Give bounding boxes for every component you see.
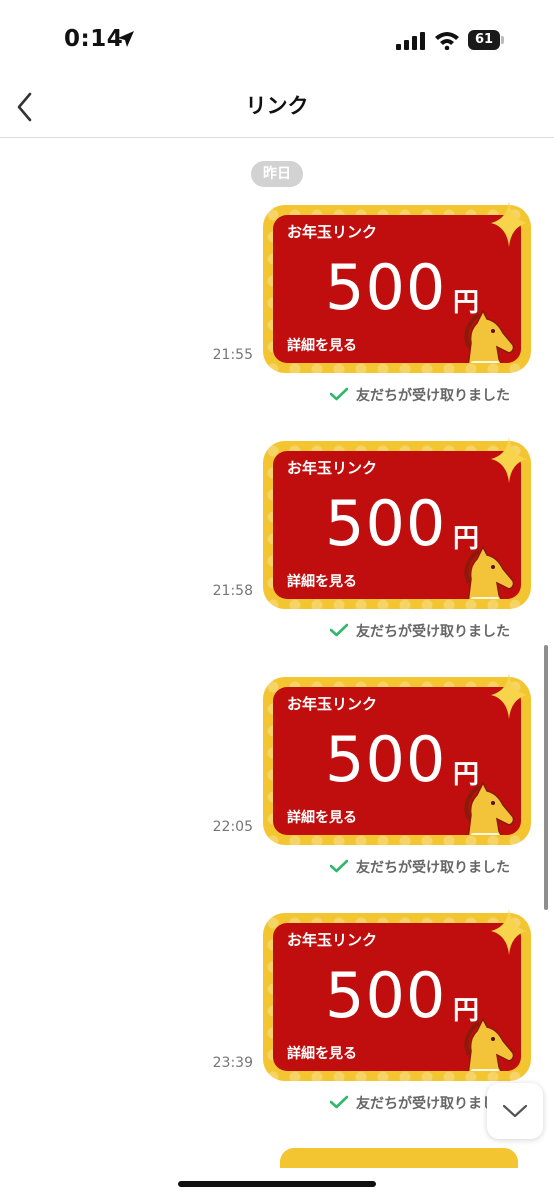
- otoshidama-card[interactable]: お年玉リンク 500 円 詳細を見る: [263, 673, 531, 845]
- horse-icon: [464, 545, 515, 599]
- read-status-text: 友だちが受け取りました: [356, 860, 510, 876]
- card-title: お年玉リンク: [287, 459, 378, 477]
- read-status: 友だちが受け取りました: [330, 857, 510, 877]
- check-icon: [330, 1095, 348, 1109]
- status-time: 0:14: [64, 26, 124, 52]
- date-separator: 昨日: [251, 161, 303, 187]
- scrollbar[interactable]: [544, 645, 548, 910]
- read-status-text: 友だちが受け取りまし: [356, 1096, 496, 1112]
- message-item: お年玉リンク 500 円 詳細を見る 22:05 友だちが受け取りました: [0, 673, 554, 907]
- wifi-icon: [435, 32, 459, 50]
- card-amount: 500: [325, 723, 447, 796]
- detail-link[interactable]: 詳細を見る: [287, 1043, 357, 1063]
- sparkle-icon: [491, 201, 527, 247]
- check-icon: [330, 387, 348, 401]
- chevron-down-icon: [502, 1104, 528, 1118]
- check-icon: [330, 859, 348, 873]
- battery-level: 61: [468, 30, 500, 50]
- card-amount: 500: [325, 251, 447, 324]
- nav-bar: リンク: [0, 80, 554, 138]
- message-time: 23:39: [212, 1055, 253, 1071]
- read-status-text: 友だちが受け取りました: [356, 388, 510, 404]
- detail-link[interactable]: 詳細を見る: [287, 807, 357, 827]
- detail-link[interactable]: 詳細を見る: [287, 571, 357, 591]
- read-status: 友だちが受け取りました: [330, 621, 510, 641]
- card-title: お年玉リンク: [287, 695, 378, 713]
- partial-card: [280, 1148, 518, 1168]
- location-arrow-icon: [118, 31, 134, 47]
- otoshidama-card[interactable]: お年玉リンク 500 円 詳細を見る: [263, 909, 531, 1081]
- horse-icon: [464, 781, 515, 835]
- chat-area[interactable]: 昨日 お年玉リンク 500 円 詳細を見る 21:55 友だちが受け取りました …: [0, 138, 554, 1200]
- status-bar: 0:14 61: [0, 0, 554, 80]
- card-amount: 500: [325, 959, 447, 1032]
- read-status-text: 友だちが受け取りました: [356, 624, 510, 640]
- page-title: リンク: [245, 94, 309, 118]
- message-time: 21:55: [212, 347, 253, 363]
- detail-link[interactable]: 詳細を見る: [287, 335, 357, 355]
- card-amount: 500: [325, 487, 447, 560]
- message-item: お年玉リンク 500 円 詳細を見る 21:55 友だちが受け取りました: [0, 201, 554, 435]
- card-title: お年玉リンク: [287, 223, 378, 241]
- message-item: お年玉リンク 500 円 詳細を見る 23:39 友だちが受け取りまし: [0, 909, 554, 1143]
- check-icon: [330, 623, 348, 637]
- home-indicator: [178, 1181, 376, 1187]
- message-time: 22:05: [212, 819, 253, 835]
- card-title: お年玉リンク: [287, 931, 378, 949]
- scroll-down-button[interactable]: [487, 1083, 543, 1139]
- battery-indicator: 61: [468, 30, 504, 50]
- sparkle-icon: [491, 673, 527, 719]
- horse-icon: [464, 1017, 515, 1071]
- otoshidama-card[interactable]: お年玉リンク 500 円 詳細を見る: [263, 437, 531, 609]
- read-status: 友だちが受け取りました: [330, 385, 510, 405]
- message-item: お年玉リンク 500 円 詳細を見る 21:58 友だちが受け取りました: [0, 437, 554, 671]
- otoshidama-card[interactable]: お年玉リンク 500 円 詳細を見る: [263, 201, 531, 373]
- horse-icon: [464, 309, 515, 363]
- signal-icon: [396, 32, 425, 50]
- message-time: 21:58: [212, 583, 253, 599]
- sparkle-icon: [491, 909, 527, 955]
- read-status: 友だちが受け取りまし: [330, 1093, 496, 1113]
- sparkle-icon: [491, 437, 527, 483]
